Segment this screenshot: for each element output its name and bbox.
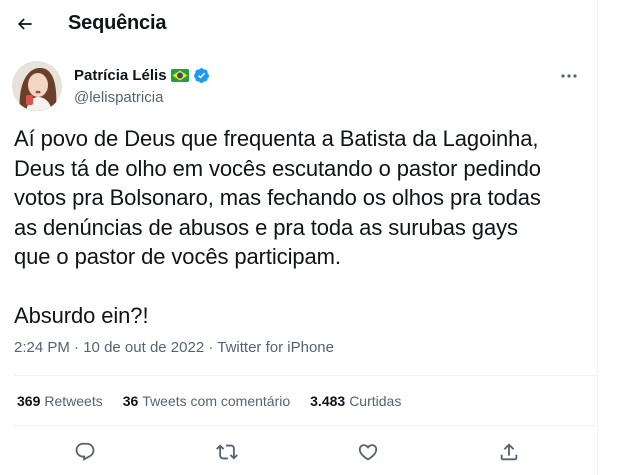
- tweet-source: Twitter for iPhone: [217, 339, 334, 356]
- back-button[interactable]: [10, 9, 40, 39]
- tweet-metadata: 2:24 PM · 10 de out de 2022 · Twitter fo…: [14, 339, 334, 356]
- likes-count: 3.483: [310, 393, 346, 409]
- arrow-left-icon: [17, 18, 32, 30]
- page-header: Sequência: [0, 0, 598, 50]
- meta-separator: ·: [208, 339, 214, 356]
- tweet-stats: 369 Retweets 36 Tweets com comentário 3.48…: [17, 393, 401, 409]
- page-title: Sequência: [68, 12, 167, 34]
- divider: [14, 425, 598, 426]
- reply-icon: [75, 442, 95, 461]
- share-icon: [500, 443, 518, 461]
- tweet-actions: [0, 432, 598, 472]
- retweet-icon: [216, 444, 238, 460]
- meta-separator: ·: [74, 339, 80, 356]
- author-name-line: Patrícia Lélis: [74, 67, 210, 84]
- tweet-time[interactable]: 2:24 PM: [14, 339, 70, 356]
- tweet-author: Patrícia Lélis @lelispatricia: [0, 58, 598, 114]
- more-options-button[interactable]: [554, 64, 584, 88]
- like-icon: [358, 444, 378, 461]
- verified-badge-icon: [193, 67, 210, 84]
- share-button[interactable]: [496, 439, 522, 465]
- quotes-stat[interactable]: 36 Tweets com comentário: [123, 393, 290, 409]
- quotes-label: Tweets com comentário: [142, 393, 291, 409]
- quotes-count: 36: [122, 393, 139, 409]
- likes-label: Curtidas: [349, 393, 402, 409]
- retweets-stat[interactable]: 369 Retweets: [17, 393, 103, 409]
- retweets-label: Retweets: [44, 393, 103, 409]
- author-handle[interactable]: @lelispatricia: [74, 89, 163, 106]
- retweet-button[interactable]: [214, 439, 240, 465]
- avatar[interactable]: [12, 61, 62, 111]
- retweets-count: 369: [17, 393, 41, 409]
- tweet-detail-column: Sequência Patrícia Lélis @lelispatricia …: [0, 0, 598, 475]
- tweet-text: Aí povo de Deus que frequenta a Batista …: [14, 126, 541, 328]
- more-horizontal-icon: [561, 74, 577, 78]
- likes-stat[interactable]: 3.483 Curtidas: [310, 393, 401, 409]
- brazil-flag-icon: [170, 69, 189, 82]
- author-name[interactable]: Patrícia Lélis: [74, 67, 167, 84]
- tweet-date[interactable]: 10 de out de 2022: [83, 339, 204, 356]
- like-button[interactable]: [355, 439, 381, 465]
- divider: [14, 375, 598, 376]
- reply-button[interactable]: [72, 439, 98, 465]
